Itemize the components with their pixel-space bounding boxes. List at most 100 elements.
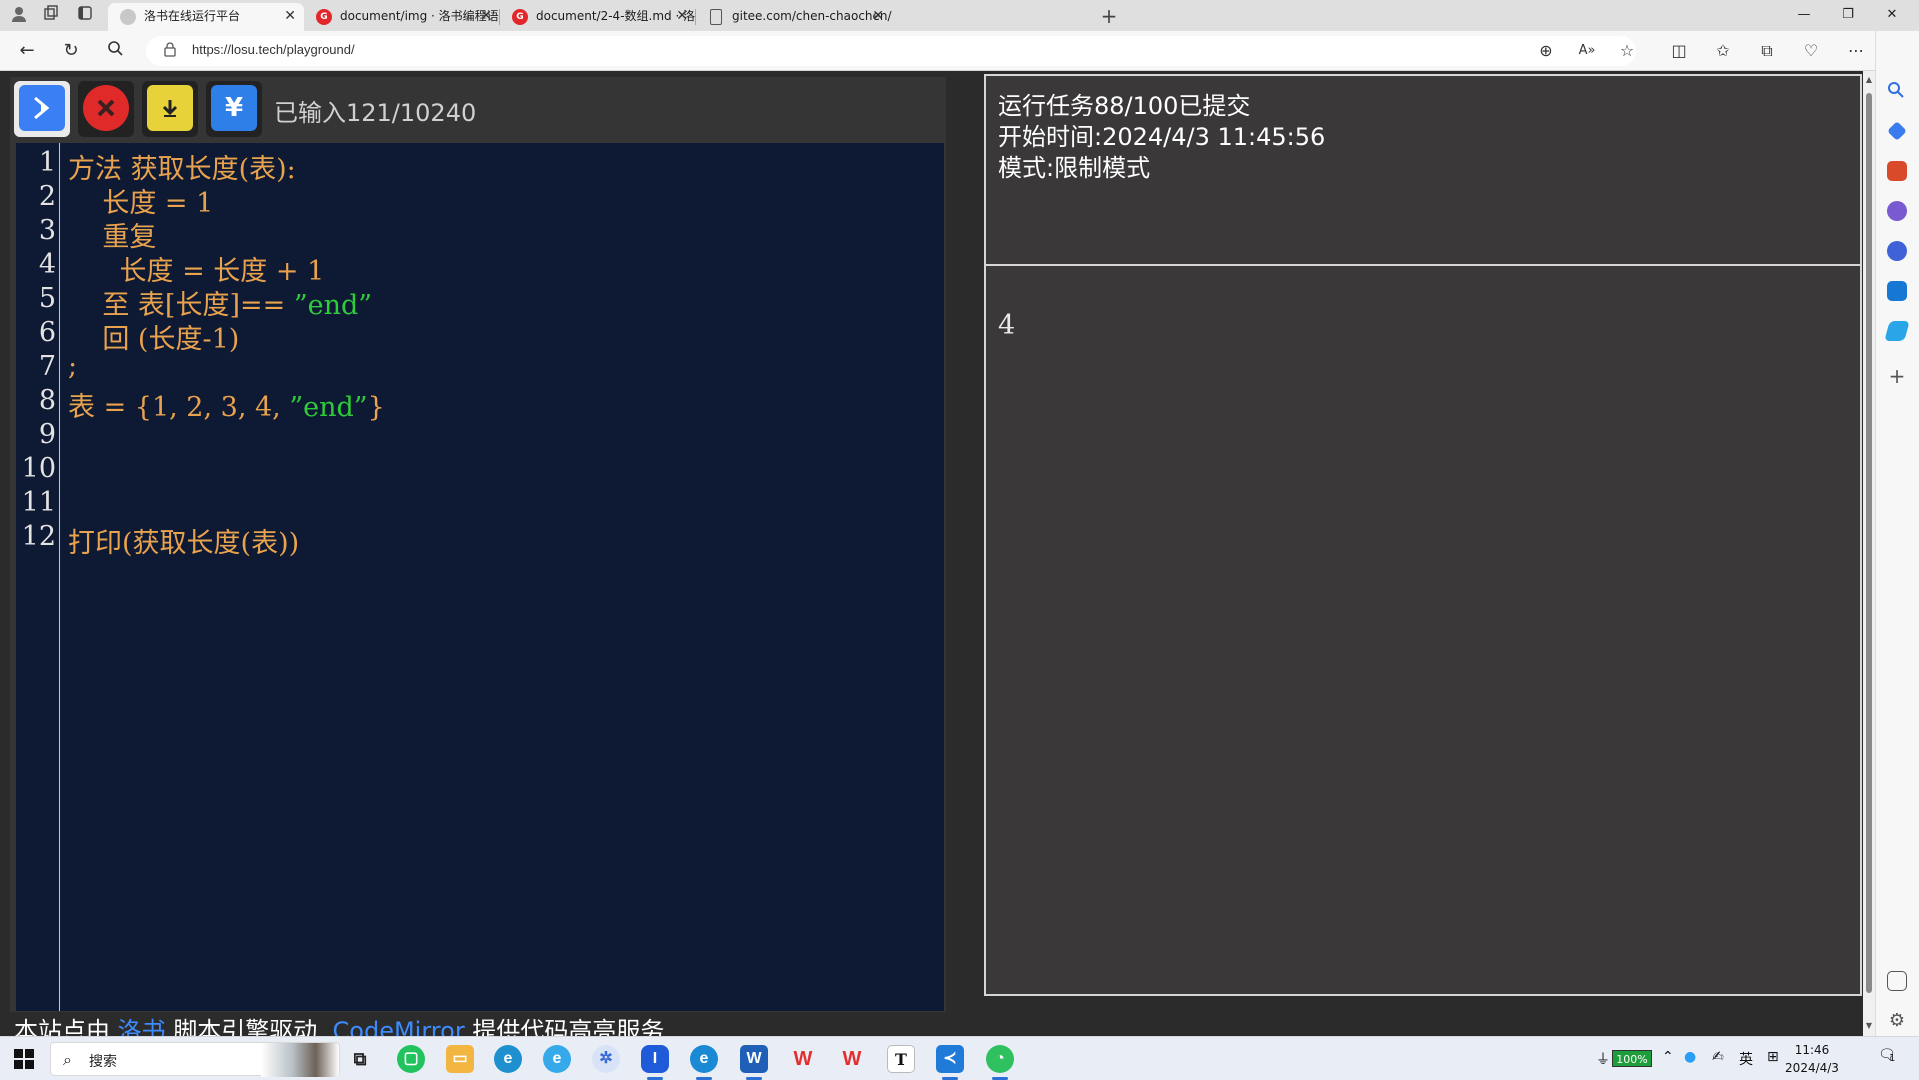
edge-icon[interactable]: e [494,1045,522,1073]
tab-close-icon[interactable]: ✕ [872,3,884,29]
download-button[interactable] [142,81,198,137]
tab-label: document/img · 洛书编程语言/洛 [340,9,500,23]
code-editor[interactable]: 1 2 3 4 5 6 7 8 9 10 11 12 方法 获取长度(表): 长度 = 1 重复 长度… [16,143,944,1011]
tab-close-icon[interactable]: ✕ [676,3,688,29]
tab-document-img[interactable]: G document/img · 洛书编程语言/洛 ✕ [304,3,500,31]
lock-icon[interactable] [164,42,178,58]
code-text: 回 (长度-1) [68,324,240,355]
shopping-tag-icon[interactable] [1887,121,1907,141]
wechat-icon[interactable]: ◔ [986,1045,1014,1080]
tab-close-icon[interactable]: ✕ [284,3,296,29]
task-status: 运行任务88/100已提交 [998,92,1251,120]
playground-page: ¥ 已输入121/10240 1 2 3 4 5 6 7 8 9 10 11 12 方法 获取长度(表… [0,71,1863,1045]
minimize-icon[interactable]: — [1782,4,1826,26]
battery-indicator[interactable]: 100% [1612,1050,1652,1067]
browser-tab-bar: 洛书在线运行平台 ✕ G document/img · 洛书编程语言/洛 ✕ G… [0,0,1919,31]
vscode-icon[interactable]: ≺ [936,1045,964,1080]
clock-time[interactable]: 11:46 [1782,1043,1842,1057]
clock-date[interactable]: 2024/4/3 [1782,1061,1842,1075]
edge-beta-icon[interactable]: e [690,1045,718,1080]
tray-plug-icon[interactable]: ⏚ [1596,1049,1610,1069]
start-time: 开始时间:2024/4/3 11:45:56 [998,123,1326,151]
address-bar-row: ← ↻ https://losu.tech/playground/ ⊕ A» ☆… [0,31,1919,71]
stop-button[interactable] [78,81,134,137]
sidebar-settings-gear-icon[interactable]: ⚙ [1887,1011,1907,1031]
ime-indicator[interactable]: 英 [1739,1049,1753,1069]
back-arrow-icon[interactable]: ← [14,39,40,63]
outlook-icon[interactable] [1887,281,1907,301]
windows-taskbar: ⌕ 搜索 ⧉ ▢ ▭ e e ✲ I e W W W T ≺ ◔ ⏚ 100% … [0,1036,1919,1080]
stop-x-icon [83,85,129,131]
code-line[interactable]: 表 = {1, 2, 3, 4, ”end”} [68,385,385,424]
collections-icon[interactable]: ⧉ [1756,40,1778,62]
editor-pane: ¥ 已输入121/10240 1 2 3 4 5 6 7 8 9 10 11 12 方法 获取长度(表… [10,77,946,1012]
i-app-icon[interactable]: I [641,1045,669,1080]
workspaces-icon[interactable] [40,5,62,27]
code-line[interactable]: ; [68,351,77,382]
ie-icon[interactable]: e [543,1045,571,1073]
page-scrollbar[interactable]: ▲ ▼ [1863,71,1875,1036]
typora-icon[interactable]: T [887,1045,915,1073]
word-icon[interactable]: W [740,1045,768,1080]
windows-start-icon[interactable] [14,1049,34,1069]
close-window-icon[interactable]: ✕ [1870,4,1914,26]
gitee-favicon-icon: G [512,9,528,25]
refresh-icon[interactable]: ↻ [58,39,84,63]
restore-icon[interactable]: ❐ [1826,4,1870,26]
wps-icon[interactable]: W [789,1045,817,1073]
tools-briefcase-icon[interactable] [1887,161,1907,181]
tab-label: 洛书在线运行平台 [144,9,241,23]
tab-actions-icon[interactable] [74,5,96,27]
scroll-up-icon[interactable]: ▲ [1863,75,1875,84]
output-console: 4 [984,264,1862,996]
line-number: 8 [38,385,56,416]
split-screen-icon[interactable]: ◫ [1668,40,1690,62]
file-explorer-icon[interactable]: ▭ [446,1045,474,1073]
network-app-icon[interactable]: ✲ [592,1045,620,1073]
favorite-star-icon[interactable]: ☆ [1616,40,1638,62]
sidebar-search-icon[interactable] [1887,81,1907,101]
line-number: 9 [38,419,56,450]
tab-close-icon[interactable]: ✕ [480,3,492,29]
taskbar-search-box[interactable]: ⌕ 搜索 [50,1042,340,1077]
code-line[interactable]: 回 (长度-1) [68,317,239,356]
tab-losu-playground[interactable]: 洛书在线运行平台 ✕ [108,3,304,31]
notification-center-icon[interactable]: 🗨 1 [1878,1047,1900,1069]
code-text: ; [68,351,78,382]
read-aloud-icon[interactable]: A» [1576,40,1598,62]
edge-sidebar: + ⚙ [1875,31,1919,1036]
task-view-icon[interactable]: ⧉ [346,1045,374,1073]
favorites-icon[interactable]: ✩ [1712,40,1734,62]
games-icon[interactable] [1887,201,1907,221]
tab-document-array-md[interactable]: G document/2-4-数组.md · 洛书编 ✕ [500,3,696,31]
tab-gitee-raw[interactable]: gitee.com/chen-chaochen/lpk/ra ✕ [696,3,892,31]
url-field[interactable]: https://losu.tech/playground/ [146,36,1636,66]
line-number: 1 [38,147,56,178]
tray-cloud-icon[interactable]: ● [1684,1049,1696,1065]
browser-essentials-icon[interactable]: ♡ [1800,40,1822,62]
microsoft-365-icon[interactable] [1887,241,1907,261]
new-tab-icon[interactable]: + [1098,5,1120,27]
tab-label: gitee.com/chen-chaochen/lpk/ra [732,9,892,23]
input-counter: 已输入121/10240 [274,99,477,127]
add-sidebar-app-icon[interactable]: + [1887,366,1907,387]
zoom-icon[interactable]: ⊕ [1535,40,1557,62]
scrollbar-thumb[interactable] [1866,93,1872,993]
send-icon[interactable] [1884,321,1910,341]
line-number: 11 [21,487,56,518]
ime-keyboard-icon[interactable]: ⊞ [1767,1049,1779,1065]
run-button[interactable] [14,81,70,137]
scroll-down-icon[interactable]: ▼ [1863,1021,1875,1030]
tray-overflow-icon[interactable]: ⌃ [1662,1049,1674,1065]
screenshot-icon[interactable] [1887,971,1907,991]
search-highlight-image [261,1043,339,1077]
wps-office-icon[interactable]: W [838,1045,866,1073]
wechat-like-app-icon[interactable]: ▢ [397,1045,425,1073]
yuan-button[interactable]: ¥ [206,81,262,137]
search-icon[interactable] [102,39,128,63]
profile-icon[interactable] [8,5,30,27]
tray-pen-icon[interactable]: ✍ [1712,1049,1724,1065]
code-line[interactable]: 打印(获取长度(表)) [68,521,299,560]
line-number: 5 [38,283,56,314]
more-menu-icon[interactable]: ⋯ [1845,40,1867,62]
